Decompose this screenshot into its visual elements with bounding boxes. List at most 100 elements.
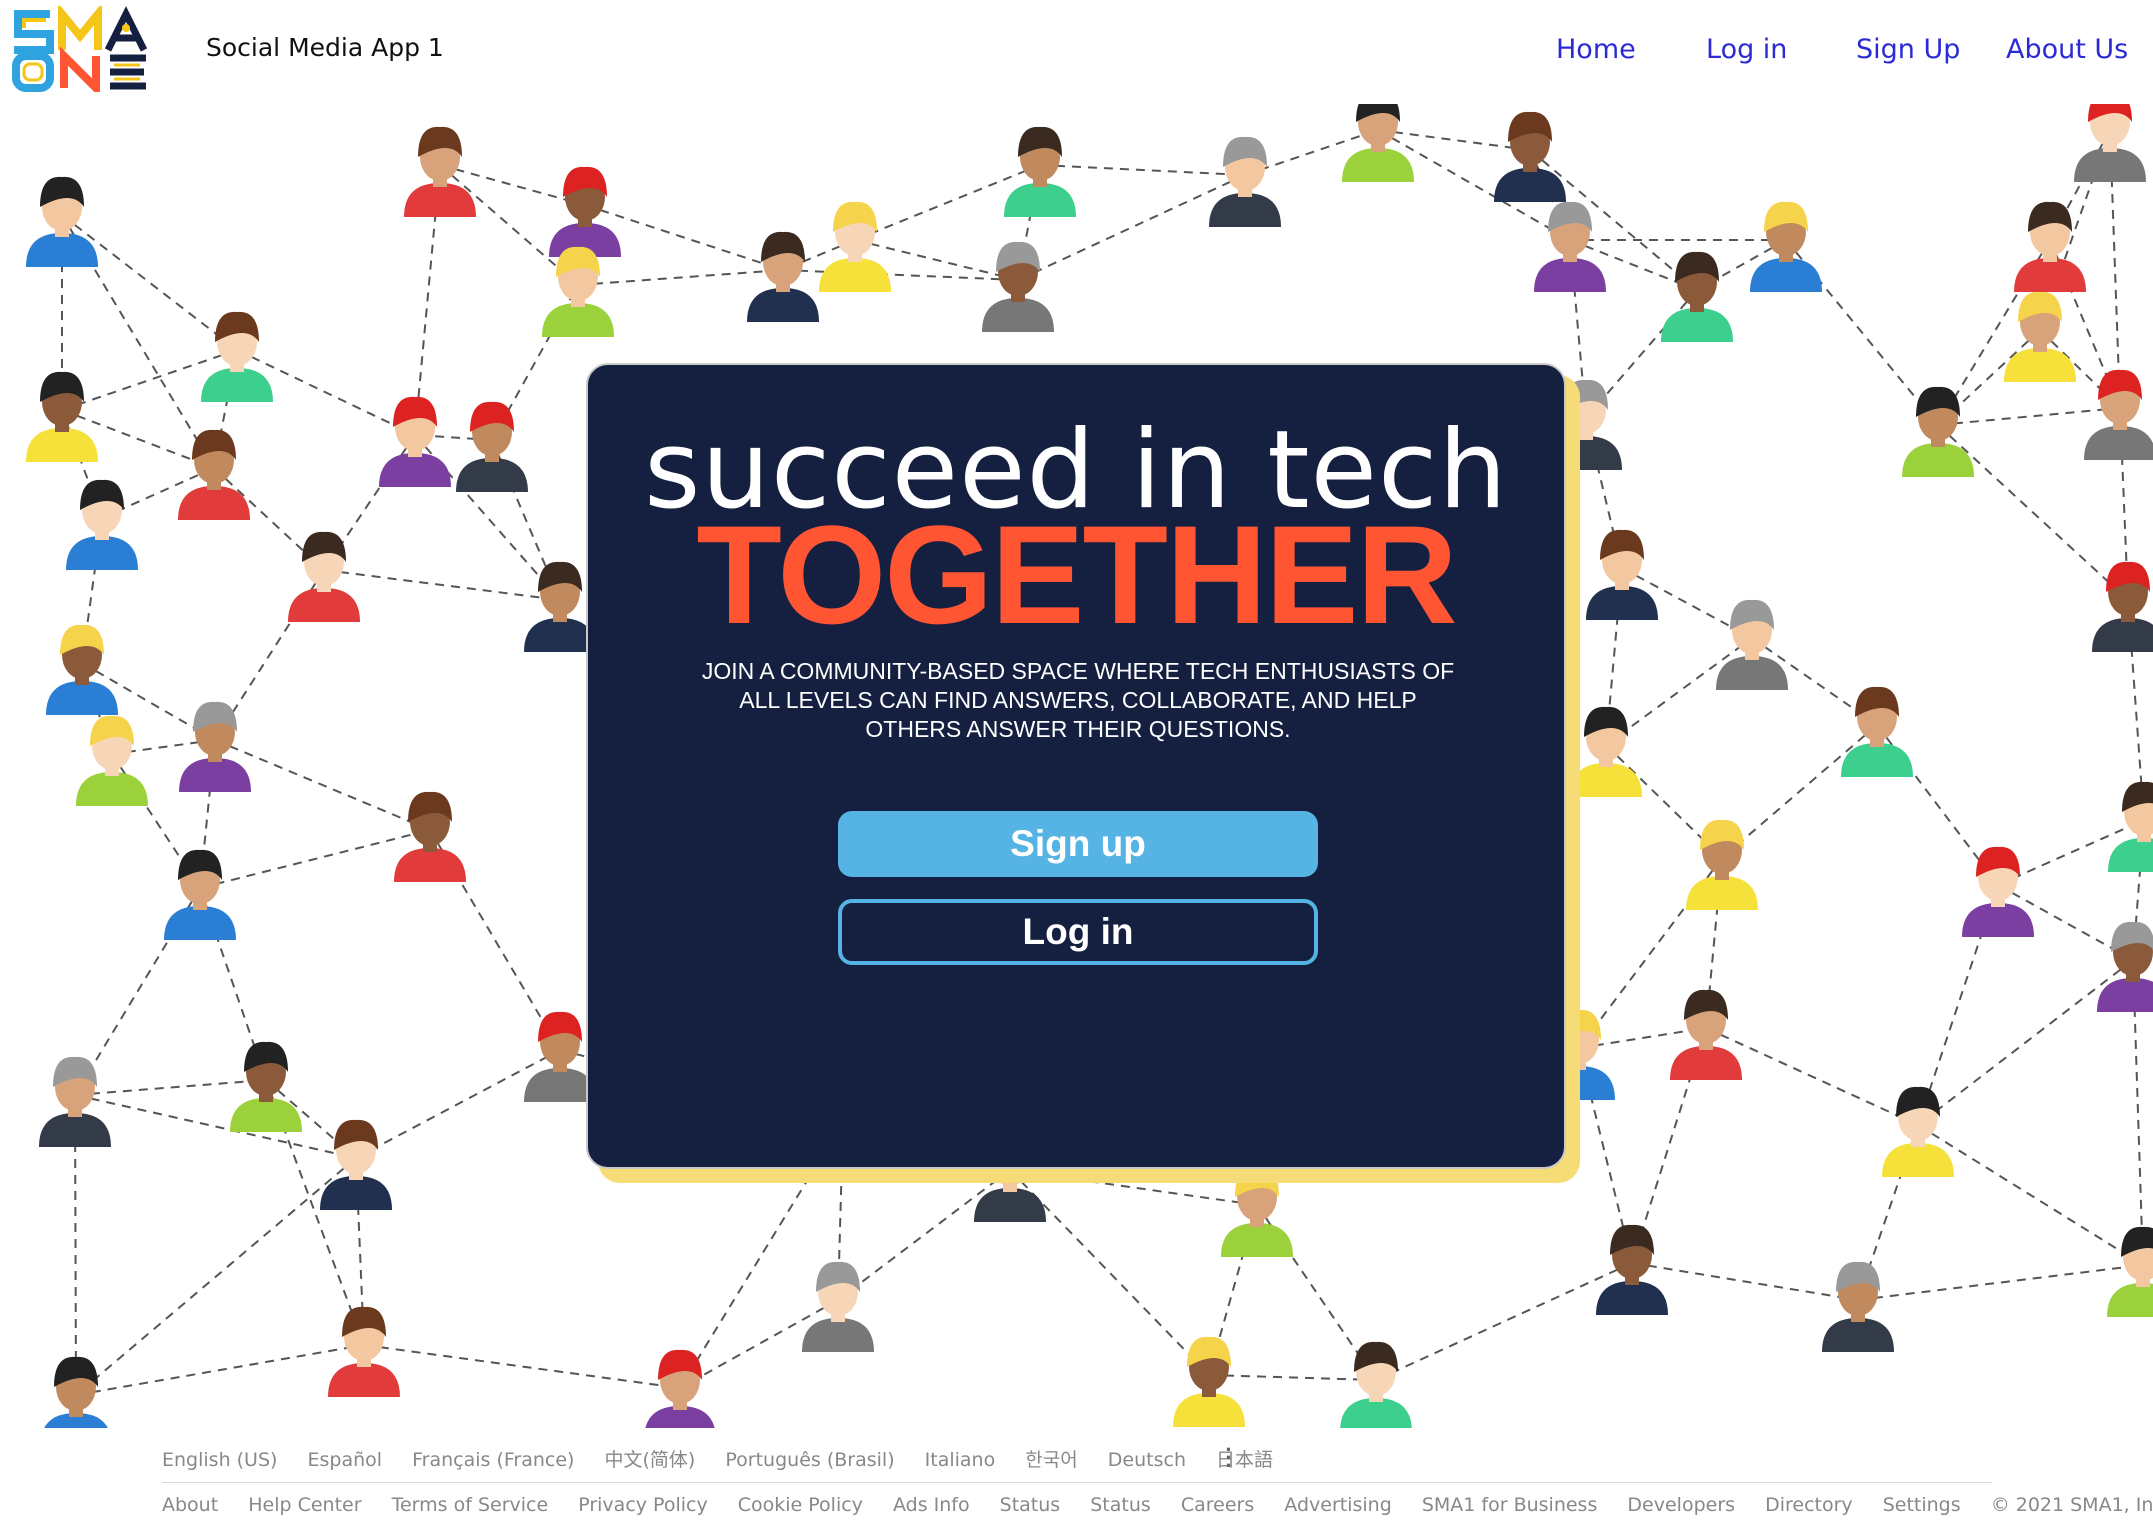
person-avatar-icon xyxy=(645,1349,715,1430)
footer-link-help-center[interactable]: Help Center xyxy=(248,1494,361,1516)
hero-heading-line2: TOGETHER xyxy=(696,496,1457,653)
footer-link-cookie[interactable]: Cookie Policy xyxy=(738,1494,863,1516)
network-connection-line xyxy=(1631,1262,1859,1301)
network-connection-line xyxy=(75,1344,365,1396)
footer-link-terms[interactable]: Terms of Service xyxy=(392,1494,549,1516)
person-avatar-icon xyxy=(2084,369,2153,460)
lang-italiano[interactable]: Italiano xyxy=(925,1449,996,1471)
nav-log-in[interactable]: Log in xyxy=(1706,34,1787,65)
person-avatar-icon xyxy=(76,715,148,806)
person-avatar-icon xyxy=(26,176,98,267)
network-connection-line xyxy=(323,569,561,601)
hero-card: succeed in tech TOGETHER JOIN A COMMUNIT… xyxy=(586,363,1566,1169)
person-avatar-icon xyxy=(1596,1224,1668,1315)
network-connection-line xyxy=(1857,1264,2144,1301)
person-avatar-icon xyxy=(456,401,528,492)
person-avatar-icon xyxy=(164,849,236,940)
person-avatar-icon xyxy=(1570,706,1642,797)
person-avatar-icon xyxy=(1173,1336,1245,1427)
footer-link-developers[interactable]: Developers xyxy=(1627,1494,1735,1516)
lang-portugues[interactable]: Português (Brasil) xyxy=(725,1449,894,1471)
person-avatar-icon xyxy=(2107,1226,2153,1317)
footer-link-about[interactable]: About xyxy=(162,1494,218,1516)
person-avatar-icon xyxy=(2004,291,2076,382)
app-title: Social Media App 1 xyxy=(206,33,444,62)
network-connection-line xyxy=(577,269,784,286)
person-avatar-icon xyxy=(1661,251,1733,342)
person-avatar-icon xyxy=(2108,781,2153,872)
footer: English (US) Español Français (France) 中… xyxy=(0,1428,2153,1529)
more-languages-icon[interactable]: · · · xyxy=(1224,1439,1234,1477)
lang-korean[interactable]: 한국어 xyxy=(1025,1449,1077,1471)
network-connection-line xyxy=(1375,1262,1633,1381)
network-connection-line xyxy=(1208,1374,1377,1381)
lang-chinese[interactable]: 中文(简体) xyxy=(605,1449,696,1471)
network-connection-line xyxy=(74,1094,357,1159)
person-avatar-icon xyxy=(2092,561,2153,652)
network-connection-line xyxy=(1377,129,1531,151)
network-connection-line xyxy=(355,1049,561,1159)
person-avatar-icon xyxy=(819,201,891,292)
sma-one-logo[interactable] xyxy=(10,6,188,92)
network-connection-line xyxy=(1937,407,2121,426)
person-avatar-icon xyxy=(1494,111,1566,202)
person-avatar-icon xyxy=(1670,989,1742,1080)
lang-francais[interactable]: Français (France) xyxy=(412,1449,574,1471)
person-avatar-icon xyxy=(1342,100,1414,182)
person-avatar-icon xyxy=(549,166,621,257)
person-avatar-icon xyxy=(2074,100,2146,182)
person-avatar-icon xyxy=(1209,136,1281,227)
footer-link-status-2[interactable]: Status xyxy=(1090,1494,1151,1516)
lang-english-us[interactable]: English (US) xyxy=(162,1449,277,1471)
footer-link-status[interactable]: Status xyxy=(1000,1494,1061,1516)
top-header: Social Media App 1 Home Log in Sign Up A… xyxy=(0,0,2153,104)
person-avatar-icon xyxy=(379,396,451,487)
footer-link-privacy[interactable]: Privacy Policy xyxy=(578,1494,707,1516)
network-connection-line xyxy=(1917,959,2134,1126)
footer-link-ads-info[interactable]: Ads Info xyxy=(893,1494,970,1516)
person-avatar-icon xyxy=(320,1119,392,1210)
person-avatar-icon xyxy=(46,624,118,715)
network-connection-line xyxy=(61,214,238,351)
footer-link-advertising[interactable]: Advertising xyxy=(1284,1494,1391,1516)
person-avatar-icon xyxy=(26,371,98,462)
footer-link-business[interactable]: SMA1 for Business xyxy=(1422,1494,1598,1516)
footer-link-careers[interactable]: Careers xyxy=(1181,1494,1254,1516)
footer-link-settings[interactable]: Settings xyxy=(1883,1494,1961,1516)
person-avatar-icon xyxy=(747,231,819,322)
nav-about-us[interactable]: About Us xyxy=(2006,34,2128,65)
person-avatar-icon xyxy=(1004,126,1076,217)
person-avatar-icon xyxy=(982,241,1054,332)
person-avatar-icon xyxy=(1750,201,1822,292)
person-avatar-icon xyxy=(1716,599,1788,690)
hero-tagline: JOIN A COMMUNITY-BASED SPACE WHERE TECH … xyxy=(701,658,1455,742)
person-avatar-icon xyxy=(404,126,476,217)
network-connection-line xyxy=(74,1079,267,1096)
lang-espanol[interactable]: Español xyxy=(308,1449,383,1471)
person-avatar-icon xyxy=(66,479,138,570)
network-connection-line xyxy=(1917,1124,2144,1266)
person-avatar-icon xyxy=(230,1041,302,1132)
person-avatar-icon xyxy=(43,1356,109,1430)
lang-deutsch[interactable]: Deutsch xyxy=(1108,1449,1186,1471)
person-avatar-icon xyxy=(201,311,273,402)
nav-sign-up[interactable]: Sign Up xyxy=(1856,34,1960,65)
person-avatar-icon xyxy=(1340,1341,1412,1430)
network-connection-line xyxy=(363,1344,681,1389)
person-avatar-icon xyxy=(1534,201,1606,292)
signup-button[interactable]: Sign up xyxy=(838,811,1318,877)
network-connection-line xyxy=(837,1169,1011,1301)
network-connection-line xyxy=(1605,637,1753,746)
network-connection-line xyxy=(1721,724,1878,859)
person-avatar-icon xyxy=(1882,1086,1954,1177)
nav-home[interactable]: Home xyxy=(1556,34,1636,65)
person-avatar-icon xyxy=(2014,201,2086,292)
copyright: © 2021 SMA1, Inc. xyxy=(1990,1494,2153,1516)
login-button[interactable]: Log in xyxy=(838,899,1318,965)
person-avatar-icon xyxy=(178,429,250,520)
network-connection-line xyxy=(1039,164,1246,176)
person-avatar-icon xyxy=(1822,1261,1894,1352)
footer-link-directory[interactable]: Directory xyxy=(1765,1494,1853,1516)
footer-divider xyxy=(162,1482,1992,1483)
person-avatar-icon xyxy=(179,701,251,792)
